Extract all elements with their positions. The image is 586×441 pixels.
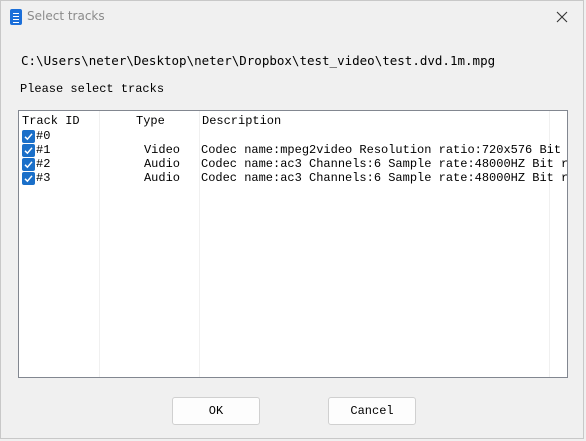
track-type: Audio <box>143 157 180 171</box>
select-tracks-dialog: Select tracks C:\Users\neter\Desktop\net… <box>0 0 584 439</box>
track-checkbox[interactable] <box>22 158 35 171</box>
checkmark-icon <box>24 147 33 155</box>
track-type: Video <box>143 143 180 157</box>
track-type: Audio <box>143 171 180 185</box>
track-row[interactable]: #3 Audio Codec name:ac3 Channels:6 Sampl… <box>19 171 567 185</box>
select-prompt-label: Please select tracks <box>20 82 165 96</box>
ok-button[interactable]: OK <box>172 397 260 425</box>
window-title: Select tracks <box>27 9 105 23</box>
track-row[interactable]: #2 Audio Codec name:ac3 Channels:6 Sampl… <box>19 157 567 171</box>
track-checkbox[interactable] <box>22 172 35 185</box>
track-description: Codec name:mpeg2video Resolution ratio:7… <box>201 143 567 157</box>
track-id: #0 <box>36 129 51 143</box>
column-header-track-id[interactable]: Track ID <box>22 114 80 128</box>
cancel-button[interactable]: Cancel <box>328 397 416 425</box>
track-id: #2 <box>36 157 51 171</box>
track-id: #1 <box>36 143 51 157</box>
close-button[interactable] <box>539 1 585 33</box>
track-checkbox[interactable] <box>22 144 35 157</box>
list-header: Track ID Type Description <box>19 111 567 129</box>
list-document-icon <box>10 9 22 25</box>
track-description: Codec name:ac3 Channels:6 Sample rate:48… <box>201 171 568 185</box>
file-path-label: C:\Users\neter\Desktop\neter\Dropbox\tes… <box>21 53 496 68</box>
checkmark-icon <box>24 175 33 183</box>
track-row[interactable]: #1 Video Codec name:mpeg2video Resolutio… <box>19 143 567 157</box>
tracks-list[interactable]: Track ID Type Description #0 #1 Video Co… <box>18 110 568 378</box>
checkmark-icon <box>24 133 33 141</box>
track-row[interactable]: #0 <box>19 129 567 143</box>
column-header-type[interactable]: Type <box>136 114 165 128</box>
track-id: #3 <box>36 171 51 185</box>
checkmark-icon <box>24 161 33 169</box>
track-checkbox[interactable] <box>22 130 35 143</box>
title-bar[interactable]: Select tracks <box>1 1 585 33</box>
track-description: Codec name:ac3 Channels:6 Sample rate:48… <box>201 157 568 171</box>
close-icon <box>556 11 568 23</box>
column-header-description[interactable]: Description <box>202 114 281 128</box>
